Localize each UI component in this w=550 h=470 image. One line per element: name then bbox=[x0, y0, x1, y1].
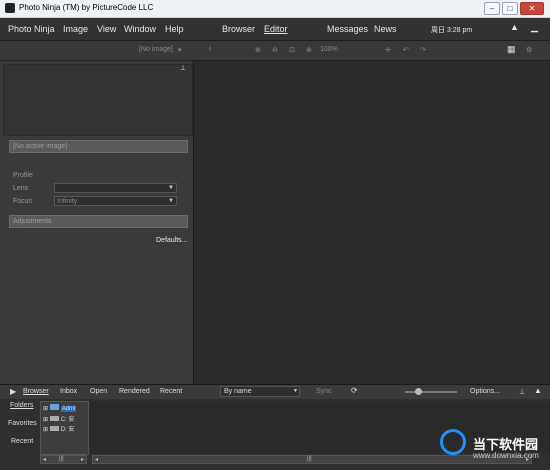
focus-select[interactable]: Infinity ▼ bbox=[54, 196, 177, 206]
mode-browser[interactable]: Browser bbox=[222, 24, 255, 34]
browser-tab-recent[interactable]: Recent bbox=[160, 388, 182, 395]
toolbar: [No image] ▾ I ⊕ ⊖ ⊡ ⊕ 100% ✛ ↶ ↷ ▦ ⚙ bbox=[0, 41, 550, 61]
chevron-down-icon[interactable]: ▾ bbox=[178, 46, 182, 54]
folder-item[interactable]: ⊞ Admi bbox=[43, 404, 77, 412]
menu-news[interactable]: News bbox=[374, 24, 397, 34]
folder-item[interactable]: ⊞ D: 安 bbox=[43, 424, 74, 433]
defaults-button[interactable]: Defaults... bbox=[156, 237, 188, 244]
menu-photo-ninja[interactable]: Photo Ninja bbox=[8, 24, 55, 34]
tab-favorites[interactable]: Favorites bbox=[8, 420, 37, 427]
browser-tab-open[interactable]: Open bbox=[90, 388, 107, 395]
menu-view[interactable]: View bbox=[97, 24, 116, 34]
image-canvas[interactable] bbox=[194, 61, 550, 384]
move-icon[interactable]: ✛ bbox=[385, 46, 391, 54]
zoom-fit-icon[interactable]: ⊡ bbox=[289, 46, 295, 54]
tab-recent[interactable]: Recent bbox=[11, 438, 33, 445]
title-bar: Photo Ninja (TM) by PictureCode LLC – □ … bbox=[0, 0, 550, 18]
sync-button[interactable]: Sync bbox=[316, 388, 332, 395]
rotate-right-icon[interactable]: ↷ bbox=[420, 46, 426, 54]
lens-label: Lens bbox=[13, 185, 29, 192]
slider-handle[interactable] bbox=[415, 388, 422, 395]
menu-help[interactable]: Help bbox=[165, 24, 184, 34]
histogram-area bbox=[3, 64, 193, 136]
close-button[interactable]: ✕ bbox=[520, 2, 544, 15]
collapse-icon[interactable]: ▁ bbox=[531, 22, 538, 33]
zoom-in-icon[interactable]: ⊕ bbox=[255, 46, 261, 54]
play-icon[interactable]: ▶ bbox=[10, 387, 16, 396]
adjustments-header[interactable]: Adjustments bbox=[9, 215, 188, 228]
menu-window[interactable]: Window bbox=[124, 24, 156, 34]
scroll-left-icon: ◂ bbox=[43, 457, 47, 463]
browser-tab-browser[interactable]: Browser bbox=[23, 388, 49, 395]
tab-folders[interactable]: Folders bbox=[10, 402, 33, 409]
window-title: Photo Ninja (TM) by PictureCode LLC bbox=[19, 3, 154, 12]
thumbnail-size-slider[interactable] bbox=[405, 388, 457, 395]
zoom-level: 100% bbox=[320, 46, 338, 53]
menu-image[interactable]: Image bbox=[63, 24, 88, 34]
pin-icon[interactable]: ⊥ bbox=[519, 388, 525, 396]
focus-label: Focus bbox=[13, 198, 33, 205]
rotate-left-icon[interactable]: ↶ bbox=[403, 46, 409, 54]
lens-select[interactable]: ▼ bbox=[54, 183, 177, 193]
app-icon bbox=[5, 3, 15, 13]
scroll-thumb: ||| bbox=[307, 456, 312, 462]
refresh-icon[interactable]: ⟳ bbox=[351, 386, 358, 395]
minimize-button[interactable]: – bbox=[484, 2, 500, 15]
watermark-logo bbox=[440, 429, 466, 455]
options-button[interactable]: Options... bbox=[470, 388, 500, 395]
folder-scrollbar[interactable]: ◂ ||| ▸ bbox=[40, 455, 87, 464]
browser-bar: ▶ Browser Inbox Open Rendered Recent By … bbox=[0, 384, 550, 400]
zoom-actual-icon[interactable]: ⊕ bbox=[306, 46, 312, 54]
left-panel: ⊥ [No active image] Profile Lens ▼ Focus… bbox=[0, 61, 194, 384]
browser-tab-rendered[interactable]: Rendered bbox=[119, 388, 150, 395]
arrow-up-icon[interactable]: ▲ bbox=[510, 22, 519, 32]
watermark: 当下软件园 www.downxia.com bbox=[418, 428, 548, 468]
folder-item[interactable]: ⊞ C: 安 bbox=[43, 414, 74, 423]
browser-tab-inbox[interactable]: Inbox bbox=[60, 388, 77, 395]
chevron-down-icon: ▼ bbox=[293, 388, 298, 394]
folder-tree: ⊞ Admi ⊞ C: 安 ⊞ D: 安 bbox=[40, 401, 89, 455]
zoom-out-icon[interactable]: ⊖ bbox=[272, 46, 278, 54]
menu-bar: Photo Ninja Image View Window Help Brows… bbox=[0, 18, 550, 41]
clock: 周日 3:28 pm bbox=[431, 27, 473, 34]
layout-grid-icon[interactable]: ▦ bbox=[507, 44, 516, 55]
menu-messages[interactable]: Messages bbox=[327, 24, 368, 34]
settings-icon[interactable]: ⚙ bbox=[526, 46, 532, 54]
maximize-button[interactable]: □ bbox=[502, 2, 518, 15]
image-select[interactable]: [No image] bbox=[139, 46, 173, 53]
arrow-up-icon[interactable]: ▲ bbox=[534, 386, 542, 395]
pin-icon[interactable]: ⊥ bbox=[180, 64, 186, 72]
scroll-thumb: ||| bbox=[59, 456, 64, 462]
watermark-url: www.downxia.com bbox=[473, 451, 539, 460]
mode-editor[interactable]: Editor bbox=[264, 24, 288, 34]
scroll-left-icon: ◂ bbox=[95, 457, 99, 463]
scroll-right-icon: ▸ bbox=[80, 457, 84, 463]
info-icon[interactable]: I bbox=[209, 46, 211, 53]
profile-label: Profile bbox=[13, 172, 33, 179]
sort-select[interactable]: By name ▼ bbox=[220, 386, 300, 397]
active-image-field: [No active image] bbox=[9, 140, 188, 153]
